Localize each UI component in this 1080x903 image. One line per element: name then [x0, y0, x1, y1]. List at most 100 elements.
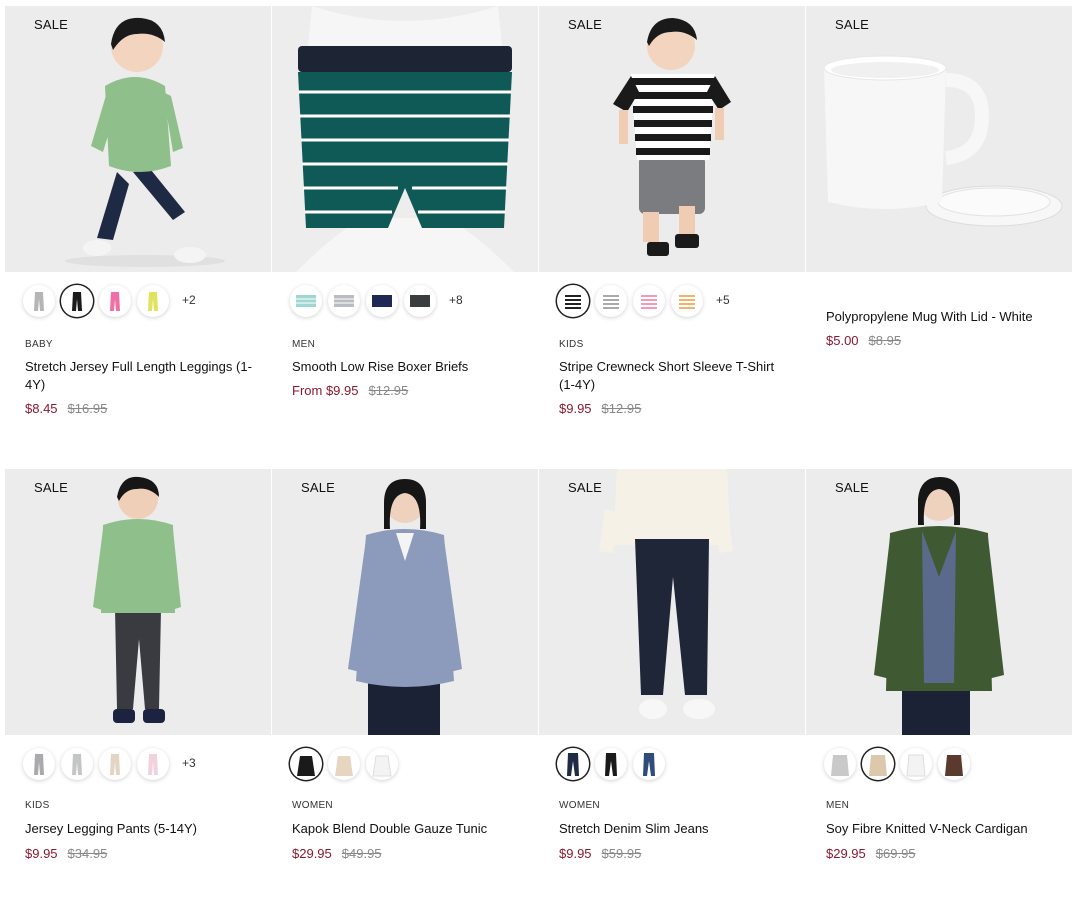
original-price: $16.95: [67, 401, 108, 416]
sale-badge: SALE: [568, 480, 603, 495]
product-category: MEN: [292, 339, 316, 350]
original-price: $59.95: [601, 846, 642, 861]
swatch-white-tunic[interactable]: [366, 748, 398, 780]
sale-price: From $9.95: [292, 383, 359, 398]
woman-in-gauze-tunic-image: [272, 469, 538, 735]
swatch-black-leggings[interactable]: [61, 285, 93, 317]
swatch-navy-jeans[interactable]: [557, 748, 589, 780]
product-category: KIDS: [559, 339, 584, 350]
product-price: $29.95 $69.95: [826, 846, 916, 861]
product-title[interactable]: Stretch Jersey Full Length Leggings (1-4…: [25, 358, 257, 394]
product-price: From $9.95 $12.95: [292, 383, 408, 398]
product-title[interactable]: Soy Fibre Knitted V-Neck Cardigan: [826, 820, 1058, 838]
swatch-light-gray-cardigan[interactable]: [824, 748, 856, 780]
swatch-gray-pants[interactable]: [23, 748, 55, 780]
product-title[interactable]: Smooth Low Rise Boxer Briefs: [292, 358, 524, 376]
child-in-stripe-tee-image: [539, 6, 805, 272]
product-card[interactable]: SALE MEN Soy Fibre Knitted V-Neck Cardig…: [806, 469, 1072, 861]
swatch-charcoal-briefs[interactable]: [404, 285, 436, 317]
product-image[interactable]: SALE: [806, 6, 1072, 272]
swatch-beige-pants[interactable]: [99, 748, 131, 780]
man-in-knitted-cardigan-image: [806, 469, 1072, 735]
product-image[interactable]: SALE: [5, 469, 271, 735]
original-price: $34.95: [67, 846, 108, 861]
product-category: MEN: [826, 800, 850, 811]
product-card[interactable]: SALE WOMEN Kapok Blend Double Gauze Tuni…: [272, 469, 538, 861]
swatch-gray-stripe-briefs[interactable]: [328, 285, 360, 317]
boxer-briefs-on-mannequin-image: [272, 6, 538, 272]
product-title[interactable]: Kapok Blend Double Gauze Tunic: [292, 820, 524, 838]
product-category: WOMEN: [292, 800, 333, 811]
product-card[interactable]: SALE +2 BABY Stretch Jersey Full Length …: [5, 6, 271, 416]
sale-badge: SALE: [34, 17, 69, 32]
sale-price: $9.95: [559, 401, 592, 416]
swatch-orange-stripe-tee[interactable]: [671, 285, 703, 317]
original-price: $69.95: [875, 846, 916, 861]
more-colors-link[interactable]: +5: [716, 293, 730, 307]
white-mug-with-lid-image: [806, 6, 1072, 272]
child-in-green-sweater-image: [5, 6, 271, 272]
product-image[interactable]: SALE: [539, 469, 805, 735]
sale-price: $8.45: [25, 401, 58, 416]
product-price: $29.95 $49.95: [292, 846, 382, 861]
more-colors-link[interactable]: +3: [182, 756, 196, 770]
swatch-blue-jeans[interactable]: [633, 748, 665, 780]
swatch-mint-stripe-briefs[interactable]: [290, 285, 322, 317]
swatch-gray-stripe-tee[interactable]: [595, 285, 627, 317]
swatch-beige-tunic[interactable]: [328, 748, 360, 780]
product-category: KIDS: [25, 800, 50, 811]
more-colors-link[interactable]: +8: [449, 293, 463, 307]
product-price: $5.00 $8.95: [826, 333, 901, 348]
swatch-black-stripe-tee[interactable]: [557, 285, 589, 317]
swatch-black-jeans[interactable]: [595, 748, 627, 780]
child-in-legging-pants-image: [5, 469, 271, 735]
swatch-white-cardigan[interactable]: [900, 748, 932, 780]
product-image[interactable]: SALE: [806, 469, 1072, 735]
product-card[interactable]: SALE Polypropylene Mug With Lid - White …: [806, 6, 1072, 348]
product-title[interactable]: Stripe Crewneck Short Sleeve T-Shirt (1-…: [559, 358, 791, 394]
original-price: $49.95: [341, 846, 382, 861]
product-price: $9.95 $59.95: [559, 846, 641, 861]
product-card[interactable]: SALE WOMEN Stretch Denim Slim Jeans $9.9…: [539, 469, 805, 861]
sale-badge: SALE: [301, 480, 336, 495]
swatch-pink-pants[interactable]: [137, 748, 169, 780]
more-colors-link[interactable]: +2: [182, 293, 196, 307]
swatch-black-tunic[interactable]: [290, 748, 322, 780]
original-price: $12.95: [368, 383, 409, 398]
product-image[interactable]: SALE: [272, 469, 538, 735]
sale-price: $9.95: [25, 846, 58, 861]
swatch-light-gray-pants[interactable]: [61, 748, 93, 780]
sale-badge: SALE: [34, 480, 69, 495]
slim-jeans-on-model-image: [539, 469, 805, 735]
sale-badge: SALE: [568, 17, 603, 32]
product-price: $9.95 $34.95: [25, 846, 107, 861]
sale-badge: SALE: [835, 17, 870, 32]
swatch-navy-briefs[interactable]: [366, 285, 398, 317]
product-title[interactable]: Jersey Legging Pants (5-14Y): [25, 820, 257, 838]
swatch-beige-cardigan[interactable]: [862, 748, 894, 780]
swatch-pink-stripe-tee[interactable]: [633, 285, 665, 317]
product-card[interactable]: +8 MEN Smooth Low Rise Boxer Briefs From…: [272, 6, 538, 398]
product-title[interactable]: Stretch Denim Slim Jeans: [559, 820, 791, 838]
sale-price: $5.00: [826, 333, 859, 348]
sale-price: $29.95: [292, 846, 332, 861]
product-title[interactable]: Polypropylene Mug With Lid - White: [826, 308, 1058, 326]
product-price: $8.45 $16.95: [25, 401, 107, 416]
original-price: $8.95: [868, 333, 902, 348]
swatch-pink-leggings[interactable]: [99, 285, 131, 317]
product-category: WOMEN: [559, 800, 600, 811]
product-image[interactable]: SALE: [5, 6, 271, 272]
sale-price: $9.95: [559, 846, 592, 861]
product-category: BABY: [25, 339, 53, 350]
swatch-light-gray-leggings[interactable]: [23, 285, 55, 317]
swatch-yellow-leggings[interactable]: [137, 285, 169, 317]
sale-price: $29.95: [826, 846, 866, 861]
product-image[interactable]: SALE: [539, 6, 805, 272]
product-card[interactable]: SALE +5 KIDS Stripe Crewneck Short Sleev…: [539, 6, 805, 416]
product-price: $9.95 $12.95: [559, 401, 641, 416]
swatch-brown-cardigan[interactable]: [938, 748, 970, 780]
sale-badge: SALE: [835, 480, 870, 495]
original-price: $12.95: [601, 401, 642, 416]
product-image[interactable]: [272, 6, 538, 272]
product-card[interactable]: SALE +3 KIDS Jersey Legging Pants (5-14Y…: [5, 469, 271, 861]
